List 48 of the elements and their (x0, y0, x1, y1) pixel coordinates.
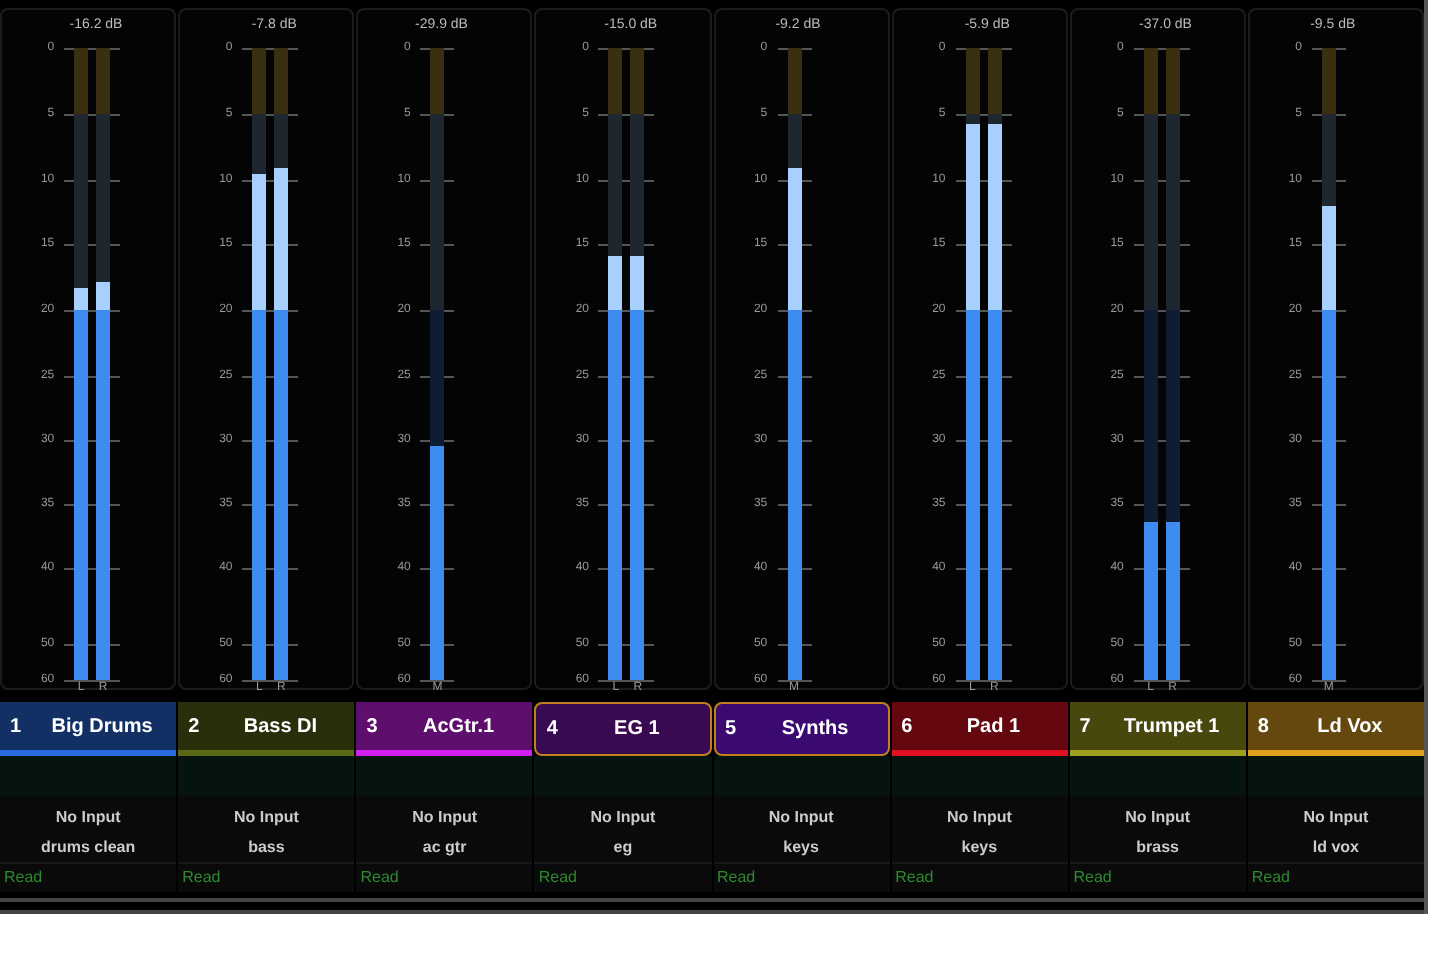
track-number: 5 (725, 716, 739, 744)
input-label: No Input (768, 806, 834, 830)
input-label: No Input (55, 806, 121, 830)
automation-mode[interactable]: Read (360, 868, 399, 886)
track-name: EG 1 (612, 716, 662, 744)
track-name-header[interactable]: 4 EG 1 (534, 702, 711, 756)
automation-mode[interactable]: Read (895, 868, 934, 886)
input-label: No Input (590, 806, 656, 830)
automation-mode[interactable]: Read (1073, 868, 1112, 886)
track-number: 2 (188, 713, 202, 741)
track-comment: keys (783, 836, 819, 860)
track-name: AcGtr.1 (421, 713, 497, 741)
track-number: 3 (366, 713, 380, 741)
track-name-header[interactable]: 2 Bass DI (178, 702, 355, 756)
track-name-header[interactable]: 6 Pad 1 (891, 702, 1068, 756)
track-comment: eg (613, 836, 633, 860)
track-comment: keys (961, 836, 998, 860)
automation-mode[interactable]: Read (4, 868, 43, 886)
track-number: 4 (546, 716, 560, 744)
track-name-header[interactable]: 7 Trumpet 1 (1069, 702, 1246, 756)
track-comment: bass (248, 836, 285, 860)
input-label: No Input (1303, 806, 1369, 830)
track-name: Big Drums (49, 713, 155, 741)
track-name: Bass DI (241, 713, 320, 741)
automation-mode[interactable]: Read (1251, 868, 1290, 886)
track-name-header[interactable]: 8 Ld Vox (1247, 702, 1424, 756)
input-label: No Input (1125, 806, 1191, 830)
track-comment: brass (1136, 836, 1179, 860)
track-name-header[interactable]: 5 Synths (713, 702, 890, 756)
automation-mode[interactable]: Read (717, 868, 756, 886)
track-comment: ld vox (1312, 836, 1359, 860)
track-number: 6 (901, 713, 915, 741)
track-comment: drums clean (40, 836, 136, 860)
input-label: No Input (412, 806, 478, 830)
track-name: Pad 1 (964, 713, 1023, 741)
input-label: No Input (233, 806, 299, 830)
track-name-header[interactable]: 3 AcGtr.1 (356, 702, 533, 756)
track-number: 7 (1079, 713, 1093, 741)
input-label: No Input (946, 806, 1012, 830)
automation-mode[interactable]: Read (182, 868, 221, 886)
track-name: Synths (779, 716, 851, 744)
track-name: Ld Vox (1315, 713, 1385, 741)
track-name-header[interactable]: 1 Big Drums (0, 702, 177, 756)
track-comment: ac gtr (422, 836, 467, 860)
track-name: Trumpet 1 (1121, 713, 1222, 741)
track-number: 1 (10, 713, 24, 741)
automation-mode[interactable]: Read (538, 868, 577, 886)
track-number: 8 (1257, 713, 1271, 741)
